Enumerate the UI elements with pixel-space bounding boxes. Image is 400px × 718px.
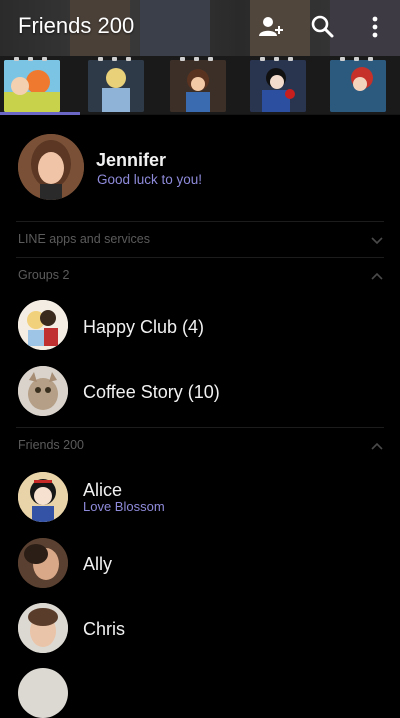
friend-status-message: Love Blossom (83, 499, 165, 514)
page-title: Friends 200 (18, 13, 135, 38)
active-tab-indicator (0, 112, 80, 115)
friend-name: Chris (83, 619, 126, 639)
search-icon[interactable] (310, 14, 336, 40)
profile-status-message: Good luck to you! (97, 172, 203, 187)
chevron-up-icon (371, 442, 383, 450)
film-sprocket (354, 57, 359, 61)
group-name: Coffee Story (10) (83, 382, 220, 402)
avatar (18, 134, 84, 200)
section-label: Groups 2 (18, 268, 70, 282)
film-sprocket (28, 57, 33, 61)
film-sprocket (112, 57, 117, 61)
film-sprocket (208, 57, 213, 61)
film-sprocket (288, 57, 293, 61)
section-label: LINE apps and services (18, 232, 151, 246)
avatar[interactable] (18, 668, 68, 718)
banner-frame (330, 60, 386, 112)
chevron-down-icon (371, 237, 383, 245)
film-sprocket (126, 57, 131, 61)
friend-name: Alice (83, 480, 123, 500)
avatar (18, 603, 68, 653)
avatar (18, 300, 68, 350)
avatar (18, 366, 68, 416)
film-sprocket (98, 57, 103, 61)
add-friend-icon[interactable] (257, 14, 283, 40)
more-options-icon[interactable] (362, 14, 388, 40)
film-sprocket (14, 57, 19, 61)
avatar (18, 472, 68, 522)
friend-name: Ally (83, 554, 113, 574)
header-banner: Friends 200 (0, 0, 400, 115)
chevron-up-icon (371, 272, 383, 280)
divider (16, 427, 384, 428)
banner-frame (4, 60, 60, 112)
avatar (18, 538, 68, 588)
banner-frame (250, 60, 306, 112)
group-name: Happy Club (4) (83, 317, 205, 337)
banner-frame (170, 60, 226, 112)
film-sprocket (274, 57, 279, 61)
film-sprocket (42, 57, 47, 61)
section-label: Friends 200 (18, 438, 85, 452)
film-sprocket (260, 57, 265, 61)
divider (16, 257, 384, 258)
film-sprocket (180, 57, 185, 61)
divider (16, 221, 384, 222)
film-sprocket (340, 57, 345, 61)
film-sprocket (194, 57, 199, 61)
film-sprocket (368, 57, 373, 61)
banner-frame (88, 60, 144, 112)
profile-name: Jennifer (96, 150, 167, 170)
